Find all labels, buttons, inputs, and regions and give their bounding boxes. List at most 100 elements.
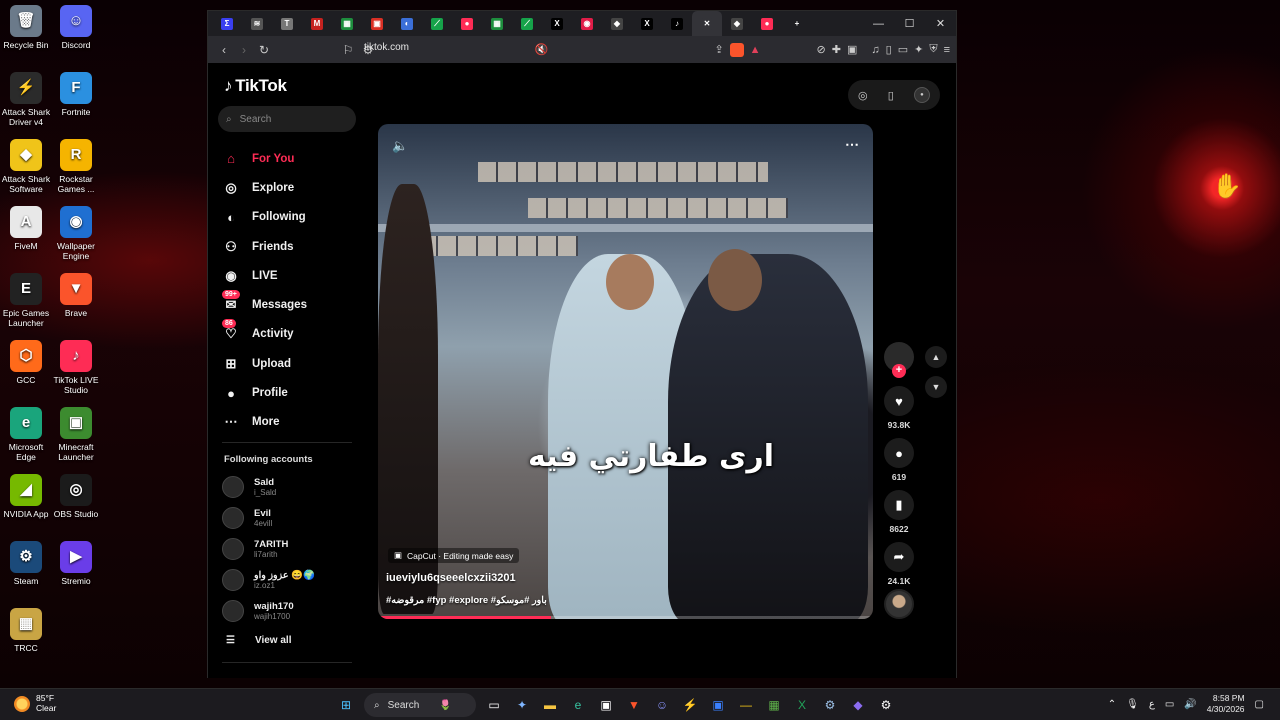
like-button[interactable]: ♥ <box>884 386 914 416</box>
browser-tab[interactable]: M <box>302 11 332 36</box>
following-account[interactable]: wajih170 wajih1700 <box>222 600 294 622</box>
browser-tab[interactable]: ◆ <box>722 11 752 36</box>
file-explorer-icon[interactable]: ▬ <box>540 694 560 716</box>
brave-shields-icon[interactable] <box>729 42 744 57</box>
following-account[interactable]: عزوز واو 😄🌍 iz.oz1 <box>222 569 315 591</box>
taskbar-app-icon-9[interactable]: ▣ <box>708 694 728 716</box>
get-coins-icon[interactable]: ◎ <box>858 89 868 102</box>
steam-taskbar-icon[interactable]: ⚙ <box>820 694 840 716</box>
browser-tab[interactable]: ● <box>752 11 782 36</box>
browser-tab[interactable]: ✕ <box>692 11 722 36</box>
sidebar-item-profile[interactable]: ● Profile <box>222 378 307 407</box>
desktop-shortcut[interactable]: e Microsoft Edge <box>0 407 52 462</box>
video-more-icon[interactable]: ⋯ <box>845 136 859 153</box>
search-input[interactable]: Search <box>240 114 272 125</box>
clock[interactable]: 8:58 PM 4/30/2026 <box>1207 693 1245 715</box>
taskbar-app-icon-8[interactable]: ⚡ <box>680 694 700 716</box>
save-button[interactable]: ▮ <box>884 490 914 520</box>
rewards-icon[interactable]: ▲ <box>750 44 761 56</box>
desktop-shortcut[interactable]: A FiveM <box>0 206 52 251</box>
browser-tab[interactable]: ≋ <box>242 11 272 36</box>
sidebar-item-explore[interactable]: ◎ Explore <box>222 173 307 202</box>
desktop-shortcut[interactable]: ☺ Discord <box>50 5 102 50</box>
video-player[interactable]: 🔈 ⋯ ارى طفارتي فيه ▣ CapCut · Editing ma… <box>378 124 873 619</box>
start-icon[interactable]: ⊞ <box>336 694 356 716</box>
sidebar-item-more[interactable]: ⋯ More <box>222 408 307 437</box>
volume-icon[interactable]: 🔈 <box>392 138 408 154</box>
leo-ai-icon[interactable]: ✦ <box>914 43 923 56</box>
network-icon[interactable]: ▭ <box>1165 699 1174 710</box>
url-field[interactable]: tiktok.com <box>364 42 409 53</box>
excel-taskbar-icon[interactable]: X <box>792 694 812 716</box>
media-icon[interactable]: ♫ <box>871 44 879 56</box>
browser-tab[interactable]: ⟋ <box>512 11 542 36</box>
device-icon[interactable]: ▯ <box>888 89 894 102</box>
task-view-icon[interactable]: ▭ <box>484 694 504 716</box>
notifications-icon[interactable]: ▢ <box>1255 699 1264 710</box>
browser-tab[interactable]: ◉ <box>572 11 602 36</box>
desktop-shortcut[interactable]: ⚙ Steam <box>0 541 52 586</box>
desktop-shortcut[interactable]: ⬡ GCC <box>0 340 52 385</box>
store-icon[interactable]: ▣ <box>596 694 616 716</box>
video-progress-bar[interactable] <box>378 616 873 619</box>
browser-tab[interactable]: ▦ <box>482 11 512 36</box>
discord-taskbar-icon[interactable]: ☺ <box>652 694 672 716</box>
desktop-shortcut[interactable]: ◎ OBS Studio <box>50 474 102 519</box>
desktop-shortcut[interactable]: ▦ TRCC <box>0 608 52 653</box>
maximize-icon[interactable]: ☐ <box>894 11 925 36</box>
sidebar-item-following[interactable]: ◐ Following <box>222 203 307 232</box>
browser-tab[interactable]: + <box>782 11 812 36</box>
menu-icon[interactable]: ≡ <box>944 44 950 56</box>
share-button[interactable]: ➦ <box>884 542 914 572</box>
view-all-button[interactable]: ☰ View all <box>226 635 291 646</box>
browser-tab[interactable]: X <box>632 11 662 36</box>
minimize-icon[interactable]: — <box>863 11 894 36</box>
desktop-shortcut[interactable]: ▼ Brave <box>50 273 102 318</box>
next-video-icon[interactable]: ▼ <box>925 376 947 398</box>
sidebar-icon[interactable]: ▯ <box>886 43 892 56</box>
browser-tab[interactable]: Σ <box>212 11 242 36</box>
sidebar-item-live[interactable]: ◉ LIVE <box>222 261 307 290</box>
music-disc-avatar[interactable] <box>884 589 914 619</box>
microphone-icon[interactable]: 🎙 <box>1126 699 1139 710</box>
desktop-shortcut[interactable]: ◉ Wallpaper Engine <box>50 206 102 261</box>
share-icon[interactable]: ⇪ <box>714 43 723 56</box>
desktop-shortcut[interactable]: ▶ Stremio <box>50 541 102 586</box>
edge-taskbar-icon[interactable]: e <box>568 694 588 716</box>
creator-avatar[interactable]: + <box>884 342 914 378</box>
search-box[interactable]: ⌕ Search <box>218 106 356 132</box>
browser-tab[interactable]: ⟋ <box>422 11 452 36</box>
back-icon[interactable]: ‹ <box>214 43 234 57</box>
weather-widget[interactable]: 85°F Clear <box>14 693 56 713</box>
sidebar-item-activity[interactable]: ♡ 86 Activity <box>222 319 307 349</box>
brave-taskbar-icon[interactable]: ▼ <box>624 694 644 716</box>
extensions-icon[interactable]: ✚ <box>832 43 841 56</box>
desktop-shortcut[interactable]: ◢ NVIDIA App <box>0 474 52 519</box>
close-window-icon[interactable]: ✕ <box>925 11 956 36</box>
browser-tab[interactable]: ♪ <box>662 11 692 36</box>
browser-tab[interactable]: ◆ <box>602 11 632 36</box>
video-author[interactable]: iueviylu6qseeelcxzii3201 <box>386 572 516 584</box>
following-account[interactable]: 7ARITH li7arith <box>222 538 288 560</box>
desktop-shortcut[interactable]: ▣ Minecraft Launcher <box>50 407 102 462</box>
copilot-icon[interactable]: ✦ <box>512 694 532 716</box>
volume-tray-icon[interactable]: 🔊 <box>1184 699 1196 710</box>
browser-tab[interactable]: X <box>542 11 572 36</box>
extension-icon-1[interactable]: ⊘ <box>817 43 826 56</box>
screenshot-icon[interactable]: ▣ <box>847 43 857 56</box>
forward-icon[interactable]: › <box>234 43 254 57</box>
sidebar-item-for-you[interactable]: ⌂ For You <box>222 144 307 173</box>
sidebar-item-upload[interactable]: ⊞ Upload <box>222 349 307 378</box>
browser-tab[interactable]: ● <box>452 11 482 36</box>
profile-avatar[interactable]: ● <box>913 87 930 103</box>
desktop-shortcut[interactable]: F Fortnite <box>50 72 102 117</box>
following-account[interactable]: Evil 4evill <box>222 507 272 529</box>
input-language[interactable]: ع <box>1149 699 1155 710</box>
comment-button[interactable]: ● <box>884 438 914 468</box>
taskbar-search[interactable]: ⌕ Search 🌷 <box>364 693 476 717</box>
browser-tab[interactable]: ▦ <box>332 11 362 36</box>
browser-tab[interactable]: T <box>272 11 302 36</box>
desktop-shortcut[interactable]: R Rockstar Games ... <box>50 139 102 194</box>
sidebar-item-friends[interactable]: ⚇ Friends <box>222 232 307 261</box>
mute-icon[interactable]: 🔇 <box>535 43 549 56</box>
